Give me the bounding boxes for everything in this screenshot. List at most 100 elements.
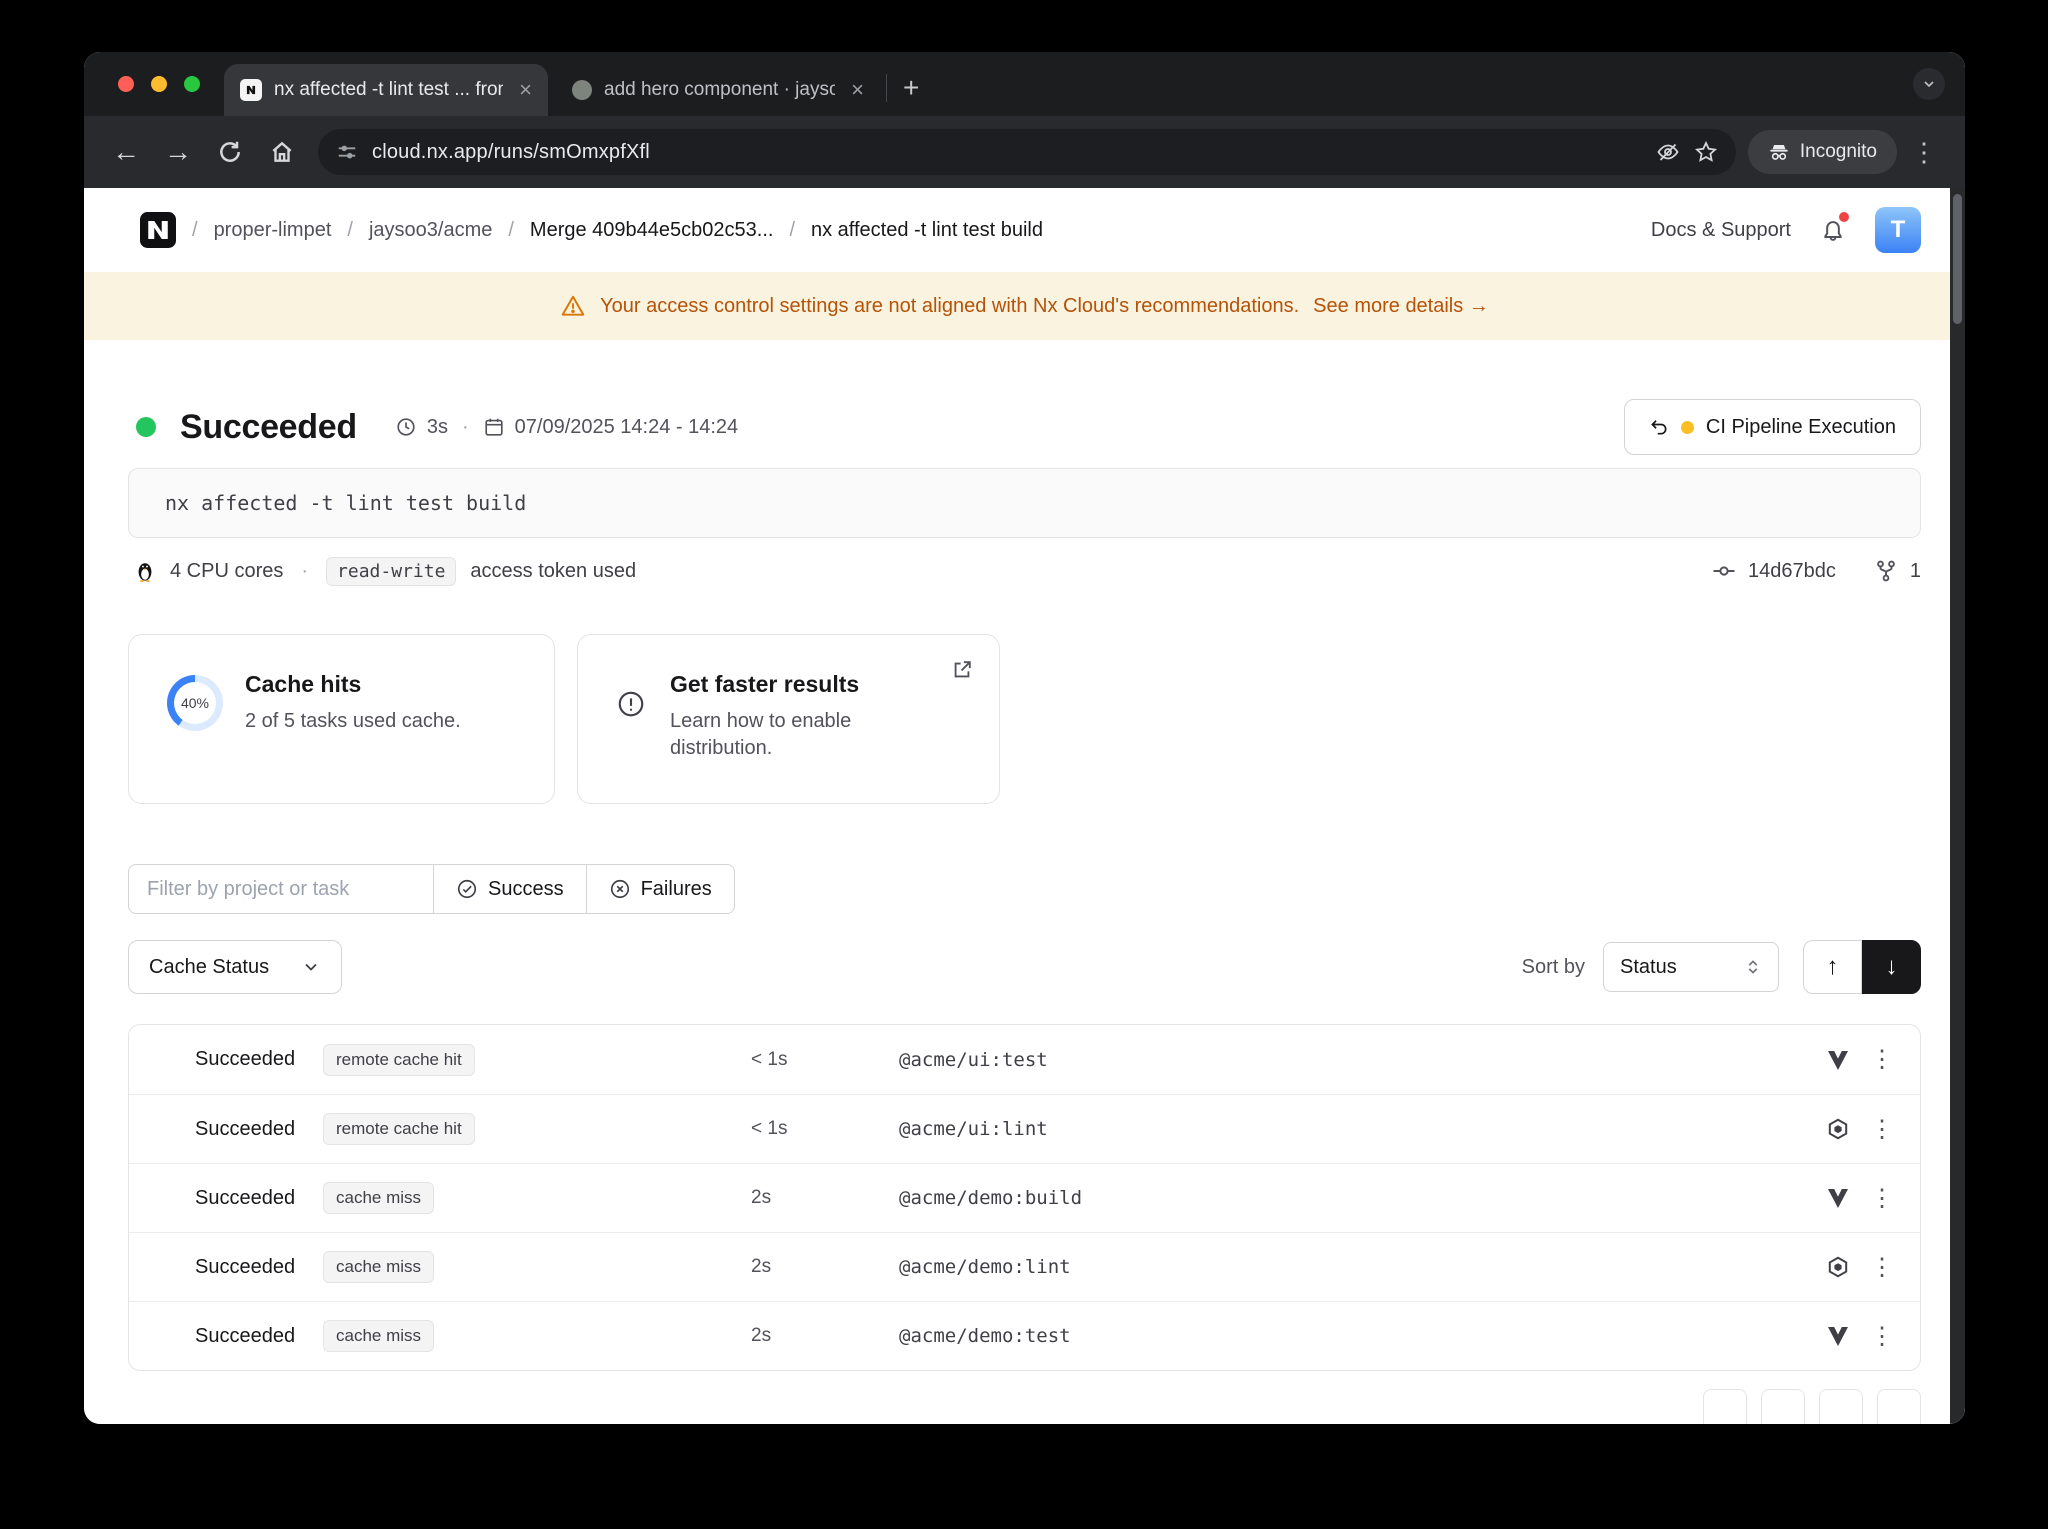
close-icon[interactable]: × [847,77,868,103]
breadcrumb-separator: / [347,219,353,242]
tab-title: add hero component · jaysoo [604,79,835,101]
tab-title: nx affected -t lint test ... from [274,79,503,101]
breadcrumb-item-commit[interactable]: Merge 409b44e5cb02c53... [530,219,774,242]
task-name[interactable]: @acme/ui:lint [899,1118,1810,1140]
filter-input[interactable] [147,878,415,901]
avatar[interactable]: T [1875,207,1921,253]
scrollbar-track[interactable] [1950,188,1965,1424]
zoom-window-button[interactable] [184,76,200,92]
eye-off-icon[interactable] [1656,140,1680,164]
task-row[interactable]: Succeeded cache miss 2s @acme/demo:lint … [129,1232,1920,1301]
scrollbar-thumb[interactable] [1953,194,1962,324]
vitest-icon [1810,1324,1866,1348]
banner-link[interactable]: See more details → [1313,295,1489,318]
incognito-badge[interactable]: Incognito [1748,130,1897,174]
task-duration: 2s [751,1325,899,1347]
eslint-icon [1810,1255,1866,1279]
site-settings-icon[interactable] [336,141,358,163]
browser-menu-icon[interactable]: ⋮ [1901,137,1947,168]
task-name[interactable]: @acme/demo:build [899,1187,1810,1209]
home-icon[interactable] [258,128,306,176]
tab-search-button[interactable] [1913,68,1945,100]
calendar-icon [483,416,505,438]
warning-icon [560,293,586,319]
pagination-button[interactable] [1761,1389,1805,1424]
task-row[interactable]: Succeeded cache miss 2s @acme/demo:build… [129,1163,1920,1232]
kebab-menu-icon[interactable]: ⋮ [1866,1115,1898,1144]
failures-filter-label: Failures [641,878,712,901]
cache-badge: cache miss [323,1251,434,1283]
tab-nx-run[interactable]: nx affected -t lint test ... from × [224,64,548,116]
tab-hero-component[interactable]: add hero component · jaysoo × [556,64,880,116]
breadcrumb: / proper-limpet / jaysoo3/acme / Merge 4… [140,212,1043,248]
address-bar[interactable]: cloud.nx.app/runs/smOmxpfXfl [318,129,1736,175]
task-status: Succeeded [195,1325,323,1348]
access-token-chip: read-write [326,557,456,586]
cache-badge: remote cache hit [323,1044,475,1076]
breadcrumb-item-run[interactable]: nx affected -t lint test build [811,219,1043,242]
close-window-button[interactable] [118,76,134,92]
run-duration: 3s [427,416,448,439]
sort-descending-button[interactable]: ↓ [1862,940,1921,994]
branch-count[interactable]: 1 [1910,560,1921,583]
task-row[interactable]: Succeeded remote cache hit < 1s @acme/ui… [129,1025,1920,1094]
sort-direction-toggle: ↑ ↓ [1803,940,1921,994]
kebab-menu-icon[interactable]: ⋮ [1866,1253,1898,1282]
failures-filter-button[interactable]: Failures [587,864,735,914]
reload-icon[interactable] [206,128,254,176]
eslint-icon [1810,1117,1866,1141]
kebab-menu-icon[interactable]: ⋮ [1866,1184,1898,1213]
commit-hash[interactable]: 14d67bdc [1748,560,1836,583]
forward-icon[interactable]: → [154,128,202,176]
close-icon[interactable]: × [515,77,536,103]
faster-card-subtitle[interactable]: Learn how to enable distribution. [670,708,910,762]
pagination-button[interactable] [1877,1389,1921,1424]
task-name[interactable]: @acme/demo:lint [899,1256,1810,1278]
return-arrow-icon [1649,417,1669,437]
filter-bar: Success Failures [128,864,1921,914]
task-name[interactable]: @acme/ui:test [899,1049,1810,1071]
separator-dot: · [462,416,469,439]
pipeline-button-label: CI Pipeline Execution [1706,416,1896,439]
back-icon[interactable]: ← [102,128,150,176]
access-control-banner: Your access control settings are not ali… [84,272,1965,340]
task-row[interactable]: Succeeded cache miss 2s @acme/demo:test … [129,1301,1920,1370]
status-dot [136,417,156,437]
notifications-bell-icon[interactable] [1819,216,1847,244]
nx-logo[interactable] [140,212,176,248]
page-viewport: / proper-limpet / jaysoo3/acme / Merge 4… [84,188,1965,1424]
task-duration: 2s [751,1187,899,1209]
desktop-background: nx affected -t lint test ... from × add … [0,0,2048,1529]
external-link-icon[interactable] [951,659,973,681]
nx-favicon [240,79,262,101]
kebab-menu-icon[interactable]: ⋮ [1866,1045,1898,1074]
docs-support-link[interactable]: Docs & Support [1651,219,1791,242]
breadcrumb-item-repo[interactable]: jaysoo3/acme [369,219,492,242]
ci-pipeline-execution-button[interactable]: CI Pipeline Execution [1624,399,1921,455]
success-filter-button[interactable]: Success [434,864,587,914]
cache-hits-card: 40% Cache hits 2 of 5 tasks used cache. [128,634,555,804]
cache-percent: 40% [174,682,216,724]
get-faster-results-card[interactable]: Get faster results Learn how to enable d… [577,634,1000,804]
bookmark-star-icon[interactable] [1694,140,1718,164]
url-text[interactable]: cloud.nx.app/runs/smOmxpfXfl [372,141,1642,164]
cache-donut-chart: 40% [167,675,223,731]
window-controls [118,52,200,116]
pagination-button[interactable] [1819,1389,1863,1424]
new-tab-button[interactable]: + [893,74,929,102]
minimize-window-button[interactable] [151,76,167,92]
task-status: Succeeded [195,1118,323,1141]
pagination-button[interactable] [1703,1389,1747,1424]
kebab-menu-icon[interactable]: ⋮ [1866,1322,1898,1351]
sort-select[interactable]: Status [1603,942,1779,992]
task-name[interactable]: @acme/demo:test [899,1325,1810,1347]
breadcrumb-item-workspace[interactable]: proper-limpet [214,219,332,242]
sort-value: Status [1620,956,1677,979]
sort-ascending-button[interactable]: ↑ [1803,940,1862,994]
site-header: / proper-limpet / jaysoo3/acme / Merge 4… [84,188,1965,272]
filter-input-wrapper [128,864,434,914]
task-row[interactable]: Succeeded remote cache hit < 1s @acme/ui… [129,1094,1920,1163]
run-command: nx affected -t lint test build [128,468,1921,538]
cache-card-subtitle: 2 of 5 tasks used cache. [245,708,461,735]
cache-status-dropdown[interactable]: Cache Status [128,940,342,994]
